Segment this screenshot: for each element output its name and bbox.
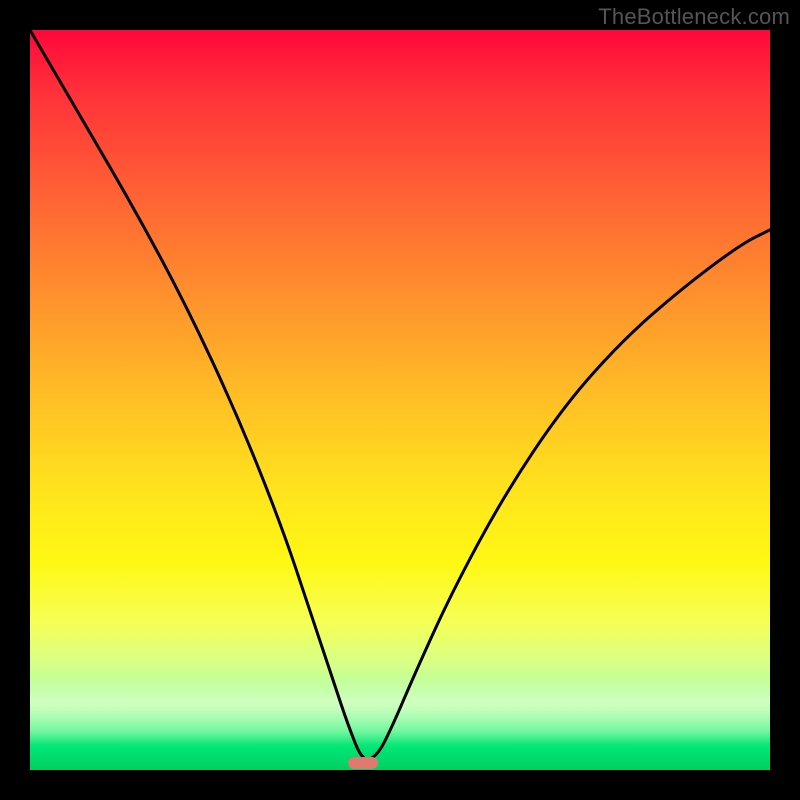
plot-area xyxy=(30,30,770,770)
highlight-band xyxy=(30,674,770,744)
attribution-text: TheBottleneck.com xyxy=(598,4,790,30)
optimum-marker xyxy=(348,757,378,769)
bottleneck-curve xyxy=(30,30,770,770)
chart-frame: TheBottleneck.com xyxy=(0,0,800,800)
